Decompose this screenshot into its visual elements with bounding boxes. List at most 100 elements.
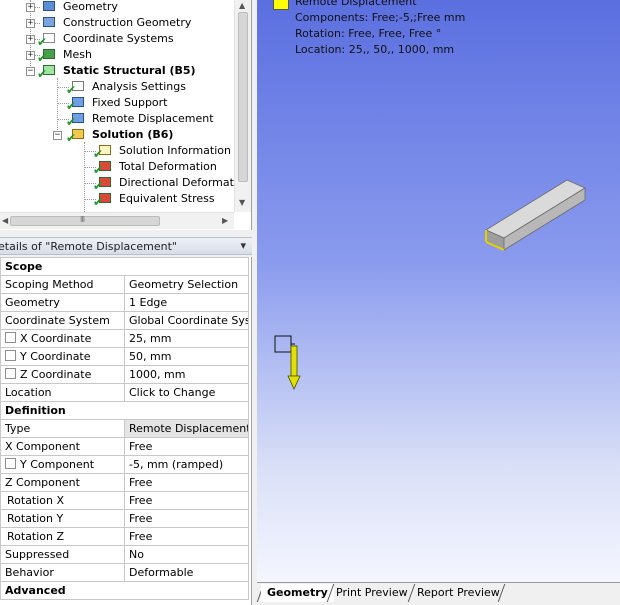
tree-vertical-scrollbar[interactable]: ▲ ▼ xyxy=(234,0,251,212)
tree-horizontal-scroll-thumb[interactable] xyxy=(10,216,160,226)
tree-horizontal-scrollbar[interactable]: ◀ III ▶ xyxy=(0,212,234,229)
property-name: X Coordinate xyxy=(0,329,125,348)
tree-item-equivalent-stress[interactable]: ✔ Equivalent Stress xyxy=(93,191,217,208)
pin-icon[interactable]: ▾ xyxy=(240,239,246,252)
tree-item-label: Remote Displacement xyxy=(90,111,216,127)
property-name-label: X Coordinate xyxy=(20,332,92,345)
property-value[interactable]: Free xyxy=(124,437,249,456)
tree-item-remote-displacement[interactable]: ✔ Remote Displacement xyxy=(66,111,216,128)
property-value[interactable]: 1 Edge xyxy=(124,293,249,312)
tree-item-mesh[interactable]: ✔ Mesh xyxy=(37,47,94,64)
details-property-row[interactable]: X Coordinate 25, mm xyxy=(0,329,249,348)
scroll-left-arrow-icon[interactable]: ◀ xyxy=(2,216,8,225)
property-name-label: Behavior xyxy=(5,566,54,579)
property-value[interactable]: Global Coordinate System xyxy=(124,311,249,330)
expand-construction-geometry-icon[interactable]: + xyxy=(26,19,35,28)
tree-item-analysis-settings[interactable]: ✔ Analysis Settings xyxy=(66,79,188,96)
tree-item-label: Construction Geometry xyxy=(63,16,192,29)
details-group-header[interactable]: Advanced xyxy=(0,581,249,600)
tab-print-preview[interactable]: Print Preview xyxy=(330,584,414,602)
property-value[interactable]: Free xyxy=(124,509,249,528)
details-group-header[interactable]: Scope xyxy=(0,257,249,276)
beam-body[interactable] xyxy=(485,179,586,251)
tree-item-coordinate-systems[interactable]: ✔ Coordinate Systems xyxy=(37,31,176,48)
parameter-checkbox[interactable] xyxy=(5,350,16,361)
scroll-down-arrow-icon[interactable]: ▼ xyxy=(239,198,245,207)
details-property-row[interactable]: Rotation Y Free xyxy=(0,509,249,528)
property-value[interactable]: Deformable xyxy=(124,563,249,582)
scroll-up-arrow-icon[interactable]: ▲ xyxy=(239,1,245,10)
property-value[interactable]: -5, mm (ramped) xyxy=(124,455,249,474)
tree-item-static-structural[interactable]: ✔ Static Structural (B5) xyxy=(37,63,198,81)
expand-geometry-icon[interactable]: + xyxy=(26,3,35,12)
details-property-row[interactable]: Z Coordinate 1000, mm xyxy=(0,365,249,384)
parameter-checkbox[interactable] xyxy=(5,458,16,469)
details-panel-header: etails of "Remote Displacement" ▾ xyxy=(0,237,252,255)
details-property-row[interactable]: X Component Free xyxy=(0,437,249,456)
property-value[interactable]: 1000, mm xyxy=(124,365,249,384)
details-property-row[interactable]: Behavior Deformable xyxy=(0,563,249,582)
expand-coordinate-systems-icon[interactable]: + xyxy=(26,35,35,44)
property-name: Type xyxy=(0,419,125,438)
details-property-row[interactable]: Z Component Free xyxy=(0,473,249,492)
parameter-checkbox[interactable] xyxy=(5,332,16,343)
property-name-label: Rotation Z xyxy=(7,530,65,543)
details-group-header[interactable]: Definition xyxy=(0,401,249,420)
viewport-tab-bar: Geometry Print Preview Report Preview xyxy=(256,582,620,605)
details-property-row[interactable]: Y Coordinate 50, mm xyxy=(0,347,249,366)
collapse-static-structural-icon[interactable]: − xyxy=(26,67,35,76)
details-property-row[interactable]: Scoping Method Geometry Selection xyxy=(0,275,249,294)
property-value[interactable]: Remote Displacement xyxy=(124,419,249,438)
details-property-row[interactable]: Location Click to Change xyxy=(0,383,249,402)
static-structural-icon: ✔ xyxy=(37,63,58,81)
property-value[interactable]: Free xyxy=(124,527,249,546)
group-label: Advanced xyxy=(0,581,249,600)
geometry-cube-icon xyxy=(40,0,58,15)
tree-item-label: Coordinate Systems xyxy=(63,32,174,45)
property-value[interactable]: 25, mm xyxy=(124,329,249,348)
tree-item-total-deformation[interactable]: ✔ Total Deformation xyxy=(93,159,219,176)
property-value[interactable]: 50, mm xyxy=(124,347,249,366)
tree-item-label: Mesh xyxy=(63,48,92,61)
property-name: Y Coordinate xyxy=(0,347,125,366)
details-property-row[interactable]: Type Remote Displacement xyxy=(0,419,249,438)
tree-item-solution[interactable]: ✔ Solution (B6) xyxy=(66,127,175,144)
property-name-label: Location xyxy=(5,386,52,399)
model-scene xyxy=(274,179,586,390)
property-name-label: Y Component xyxy=(20,458,95,471)
tree-item-solution-information[interactable]: ✔ Solution Information xyxy=(93,143,233,160)
tree-item-label: Geometry xyxy=(63,0,118,13)
expand-mesh-icon[interactable]: + xyxy=(26,51,35,60)
remote-displacement-icon: ✔ xyxy=(66,111,87,128)
property-name: X Component xyxy=(0,437,125,456)
property-name-label: Y Coordinate xyxy=(20,350,91,363)
tree-item-fixed-support[interactable]: ✔ Fixed Support xyxy=(66,95,170,112)
collapse-solution-icon[interactable]: − xyxy=(53,131,62,140)
tree-item-geometry[interactable]: Geometry xyxy=(40,0,120,15)
solution-icon: ✔ xyxy=(66,127,87,144)
scroll-right-arrow-icon[interactable]: ▶ xyxy=(222,216,228,225)
tree-vertical-scroll-thumb[interactable] xyxy=(238,12,248,182)
mesh-icon: ✔ xyxy=(37,47,58,64)
check-icon: ✔ xyxy=(37,67,48,81)
property-name-label: Rotation X xyxy=(7,494,65,507)
details-property-row[interactable]: Geometry 1 Edge xyxy=(0,293,249,312)
details-property-row[interactable]: Coordinate System Global Coordinate Syste… xyxy=(0,311,249,330)
graphics-viewport[interactable]: Remote Displacement Components: Free;-5,… xyxy=(257,0,620,582)
property-value[interactable]: Free xyxy=(124,473,249,492)
property-value[interactable]: Geometry Selection xyxy=(124,275,249,294)
tree-item-directional-deformation[interactable]: ✔ Directional Deformatic xyxy=(93,175,245,192)
tab-report-preview[interactable]: Report Preview xyxy=(411,584,506,602)
group-label: Definition xyxy=(0,401,249,420)
tab-geometry[interactable]: Geometry xyxy=(261,584,334,602)
parameter-checkbox[interactable] xyxy=(5,368,16,379)
property-value[interactable]: Free xyxy=(124,491,249,510)
property-value[interactable]: Click to Change xyxy=(124,383,249,402)
property-value[interactable]: No xyxy=(124,545,249,564)
details-property-row[interactable]: Suppressed No xyxy=(0,545,249,564)
tree-item-construction-geometry[interactable]: Construction Geometry xyxy=(40,15,193,31)
property-name: Rotation Y xyxy=(0,509,125,528)
details-property-row[interactable]: Rotation Z Free xyxy=(0,527,249,546)
details-property-row[interactable]: Y Component -5, mm (ramped) xyxy=(0,455,249,474)
details-property-row[interactable]: Rotation X Free xyxy=(0,491,249,510)
